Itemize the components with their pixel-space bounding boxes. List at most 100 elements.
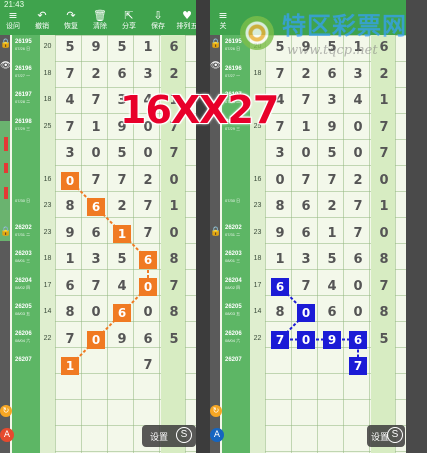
grid-digit[interactable]: 1: [60, 250, 80, 270]
grid-digit[interactable]: 2: [164, 65, 184, 85]
grid-digit[interactable]: 8: [270, 197, 290, 217]
grid-digit[interactable]: 0: [348, 144, 368, 164]
toolbar-undo-button[interactable]: ↶ 撤销: [29, 9, 55, 31]
grid-digit[interactable]: 0: [374, 224, 394, 244]
lock-icon[interactable]: 🔒: [0, 37, 11, 51]
grid-digit[interactable]: 1: [296, 118, 316, 138]
grid-digit[interactable]: 6: [348, 250, 368, 270]
grid-digit[interactable]: 7: [164, 277, 184, 297]
highlighted-digit[interactable]: 0: [297, 330, 315, 349]
toolbar-save-button[interactable]: ⇩ 保存: [145, 9, 171, 31]
highlighted-digit[interactable]: 1: [61, 357, 79, 375]
grid-digit[interactable]: 0: [86, 303, 106, 323]
grid-digit[interactable]: 9: [322, 118, 342, 138]
grid-digit[interactable]: 3: [60, 144, 80, 164]
grid-digit[interactable]: 1: [164, 197, 184, 217]
grid-digit[interactable]: 8: [374, 250, 394, 270]
grid-digit[interactable]: 1: [322, 224, 342, 244]
grid-digit[interactable]: 5: [164, 330, 184, 350]
grid-digit[interactable]: 8: [60, 197, 80, 217]
grid-digit[interactable]: 8: [270, 303, 290, 323]
grid-digit[interactable]: 3: [348, 65, 368, 85]
grid-digit[interactable]: 0: [348, 277, 368, 297]
grid-digit[interactable]: 3: [86, 250, 106, 270]
grid-digit[interactable]: 6: [60, 277, 80, 297]
grid-digit[interactable]: 5: [322, 250, 342, 270]
toolbar-clear-button[interactable]: 🗑 清除: [87, 9, 113, 31]
settings-button[interactable]: 设置 S: [142, 425, 196, 447]
grid-digit[interactable]: 5: [112, 250, 132, 270]
grid-digit[interactable]: 1: [374, 91, 394, 111]
grid-digit[interactable]: 2: [86, 65, 106, 85]
grid-digit[interactable]: 6: [296, 197, 316, 217]
eye-icon[interactable]: 👁: [0, 59, 11, 73]
grid-digit[interactable]: 7: [60, 118, 80, 138]
grid-digit[interactable]: 7: [374, 144, 394, 164]
grid-digit[interactable]: 7: [296, 91, 316, 111]
lock-icon[interactable]: 🔒: [210, 37, 221, 51]
lock-icon[interactable]: 🔒: [210, 225, 221, 239]
grid-digit[interactable]: [322, 356, 342, 376]
grid-digit[interactable]: 1: [86, 118, 106, 138]
grid-digit[interactable]: 1: [138, 38, 158, 58]
toolbar-menu-button[interactable]: ≡ 设问: [0, 9, 26, 31]
app-fab[interactable]: A: [210, 428, 224, 442]
grid-digit[interactable]: 7: [296, 277, 316, 297]
grid-digit[interactable]: 4: [322, 277, 342, 297]
grid-digit[interactable]: 7: [86, 91, 106, 111]
grid-digit[interactable]: 9: [112, 330, 132, 350]
grid-digit[interactable]: 2: [322, 197, 342, 217]
grid-digit[interactable]: [374, 356, 394, 376]
highlighted-digit[interactable]: 0: [87, 330, 105, 349]
grid-digit[interactable]: 6: [296, 224, 316, 244]
grid-digit[interactable]: 1: [374, 197, 394, 217]
grid-digit[interactable]: 0: [296, 144, 316, 164]
grid-digit[interactable]: 6: [138, 330, 158, 350]
toolbar-pl5-button[interactable]: ♥ 排列五: [174, 9, 197, 31]
grid-digit[interactable]: 2: [348, 171, 368, 191]
grid-digit[interactable]: 9: [86, 38, 106, 58]
grid-digit[interactable]: 6: [112, 65, 132, 85]
grid-digit[interactable]: 7: [138, 197, 158, 217]
highlighted-digit[interactable]: 0: [297, 304, 315, 322]
highlighted-digit[interactable]: 0: [139, 277, 157, 296]
grid-digit[interactable]: 5: [112, 38, 132, 58]
grid-digit[interactable]: 8: [164, 250, 184, 270]
grid-digit[interactable]: 5: [322, 144, 342, 164]
highlighted-digit[interactable]: 6: [87, 198, 105, 216]
grid-digit[interactable]: 7: [374, 277, 394, 297]
grid-digit[interactable]: 0: [348, 303, 368, 323]
grid-digit[interactable]: 0: [86, 144, 106, 164]
highlighted-digit[interactable]: 7: [271, 330, 289, 349]
grid-digit[interactable]: 8: [60, 303, 80, 323]
grid-digit[interactable]: [270, 356, 290, 376]
grid-digit[interactable]: [112, 356, 132, 376]
grid-digit[interactable]: 8: [374, 303, 394, 323]
grid-digit[interactable]: 6: [164, 38, 184, 58]
grid-digit[interactable]: [164, 356, 184, 376]
grid-digit[interactable]: 2: [138, 171, 158, 191]
grid-digit[interactable]: 4: [112, 277, 132, 297]
grid-digit[interactable]: 2: [374, 65, 394, 85]
grid-digit[interactable]: 3: [296, 250, 316, 270]
grid-digit[interactable]: 7: [60, 330, 80, 350]
grid-digit[interactable]: 3: [322, 91, 342, 111]
grid-digit[interactable]: 7: [60, 65, 80, 85]
grid-digit[interactable]: 7: [164, 144, 184, 164]
grid-digit[interactable]: 3: [270, 144, 290, 164]
grid-digit[interactable]: 0: [374, 171, 394, 191]
grid-digit[interactable]: 7: [374, 118, 394, 138]
grid-digit[interactable]: 5: [374, 330, 394, 350]
grid-digit[interactable]: 9: [270, 224, 290, 244]
grid-digit[interactable]: 8: [164, 303, 184, 323]
highlighted-digit[interactable]: 0: [61, 171, 79, 190]
highlighted-digit[interactable]: 6: [113, 304, 131, 322]
grid-digit[interactable]: 5: [112, 144, 132, 164]
grid-digit[interactable]: 7: [322, 171, 342, 191]
grid-digit[interactable]: 7: [348, 224, 368, 244]
grid-digit[interactable]: 4: [60, 91, 80, 111]
grid-digit[interactable]: 6: [86, 224, 106, 244]
refresh-fab[interactable]: ↻: [210, 405, 222, 417]
grid-digit[interactable]: 0: [348, 118, 368, 138]
lock-icon[interactable]: 🔒: [0, 225, 11, 239]
